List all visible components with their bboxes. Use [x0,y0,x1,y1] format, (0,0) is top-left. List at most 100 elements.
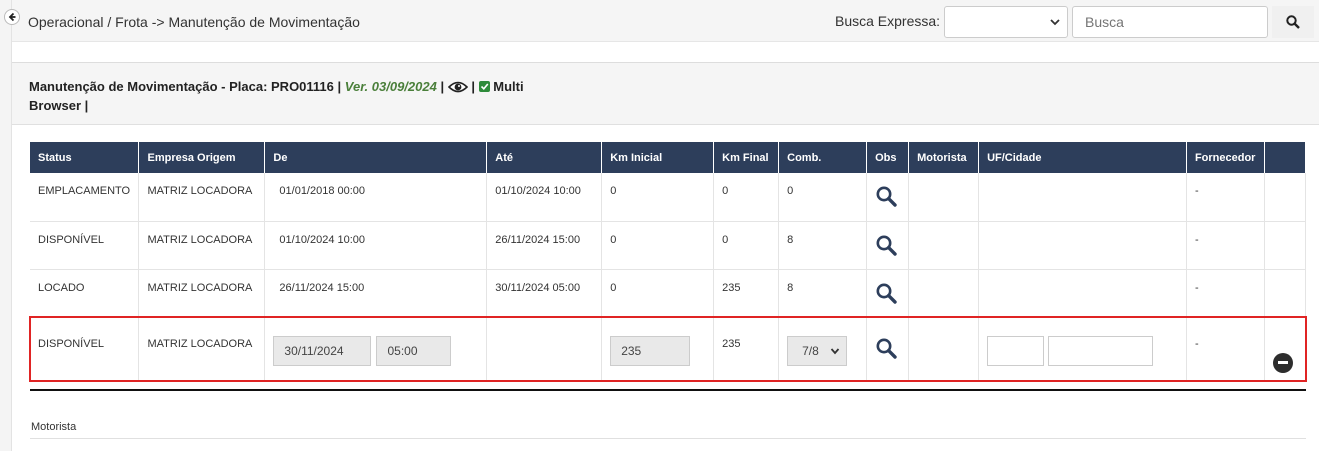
cell-actions [1264,317,1307,382]
cell-ate [486,317,603,382]
browser-label: Browser [29,98,82,113]
chevron-down-icon [830,347,840,354]
minus-icon [1277,361,1288,364]
section-divider [30,389,1306,391]
cell-km-inicial: 0 [601,269,715,318]
cell-km-inicial: 0 [601,221,715,270]
multi-label: Multi [493,79,524,94]
col-header-de[interactable]: De [264,142,488,173]
col-header-comb[interactable]: Comb. [778,142,868,173]
chevron-down-icon [1050,19,1060,26]
table-row: LOCADO MATRIZ LOCADORA 26/11/2024 15:00 … [30,269,1307,318]
cell-de: 26/11/2024 15:00 [264,269,488,318]
busca-expressa-select[interactable] [944,6,1068,38]
panel-title-main: Manutenção de Movimentação - Placa: PRO0… [29,79,334,94]
cell-empresa: MATRIZ LOCADORA [138,317,266,382]
cell-km-final: 235 [713,269,780,318]
cell-status: DISPONÍVEL [30,221,140,270]
cell-status: EMPLACAMENTO [30,173,140,222]
search-button[interactable] [1272,6,1314,38]
cell-actions [1264,173,1307,222]
edit-row: DISPONÍVEL MATRIZ LOCADORA 30/11/2024 05… [29,316,1307,382]
col-header-status[interactable]: Status [30,142,140,173]
de-time-field[interactable]: 05:00 [376,335,452,366]
col-header-motorista[interactable]: Motorista [908,142,980,173]
col-header-km-inicial[interactable]: Km Inicial [601,142,715,173]
title-separator: | [440,79,445,94]
cell-actions [1264,221,1307,270]
cell-obs [866,173,910,222]
col-header-obs[interactable]: Obs [866,142,910,173]
title-separator: | [337,79,342,94]
cell-motorista [908,317,980,382]
cell-de: 30/11/2024 05:00 [264,317,488,382]
comb-select-value: 7/8 [802,343,819,358]
cell-de: 01/01/2018 00:00 [264,173,488,222]
de-date-field[interactable]: 30/11/2024 [273,335,372,366]
cell-ate: 30/11/2024 05:00 [486,269,603,318]
busca-expressa-label: Busca Expressa: [835,13,941,29]
uf-field[interactable] [987,335,1045,366]
cell-ate: 01/10/2024 10:00 [486,173,603,222]
motorista-section-line [30,438,1306,439]
cell-ate: 26/11/2024 15:00 [486,221,603,270]
cell-fornecedor: - [1186,269,1265,318]
cell-motorista [908,269,980,318]
km-inicial-field[interactable]: 235 [610,335,691,366]
panel-header: Manutenção de Movimentação - Placa: PRO0… [12,63,1319,125]
cell-obs [866,317,910,382]
col-header-fornecedor[interactable]: Fornecedor [1186,142,1265,173]
cell-status: LOCADO [30,269,140,318]
cell-comb: 0 [778,173,868,222]
breadcrumb: Operacional / Frota -> Manutenção de Mov… [28,14,360,30]
col-header-actions [1264,142,1307,173]
cell-obs [866,269,910,318]
cell-status: DISPONÍVEL [30,317,140,382]
cell-comb: 7/8 [778,317,868,382]
cell-fornecedor: - [1186,317,1265,382]
left-gutter [0,0,12,451]
cell-actions [1264,269,1307,318]
cell-fornecedor: - [1186,221,1265,270]
search-icon[interactable] [875,282,897,304]
table-header-row: Status Empresa Origem De Até Km Inicial … [30,142,1307,173]
cell-empresa: MATRIZ LOCADORA [138,269,266,318]
cell-km-final: 0 [713,173,780,222]
cell-km-inicial: 235 [601,317,715,382]
col-header-empresa-origem[interactable]: Empresa Origem [138,142,266,173]
col-header-ate[interactable]: Até [486,142,603,173]
search-input[interactable] [1072,6,1268,38]
cell-uf-cidade [978,317,1187,382]
back-arrow-icon[interactable] [4,9,20,25]
cell-km-inicial: 0 [601,173,715,222]
checkbox-checked-icon[interactable] [478,81,490,92]
cell-obs [866,221,910,270]
cell-fornecedor: - [1186,173,1265,222]
cell-km-final: 0 [713,221,780,270]
search-icon [1286,15,1300,29]
version-link[interactable]: Ver. 03/09/2024 [345,79,437,94]
top-bar: Operacional / Frota -> Manutenção de Mov… [12,0,1319,42]
cell-uf-cidade [978,269,1187,318]
search-icon[interactable] [875,337,897,359]
col-header-km-final[interactable]: Km Final [713,142,780,173]
cell-comb: 8 [778,269,868,318]
title-separator: | [471,79,475,94]
eye-icon[interactable] [447,80,468,94]
panel-title: Manutenção de Movimentação - Placa: PRO0… [29,77,629,115]
cidade-field[interactable] [1048,335,1154,366]
page: Operacional / Frota -> Manutenção de Mov… [0,0,1319,451]
movement-table: Status Empresa Origem De Até Km Inicial … [29,142,1307,382]
remove-row-button[interactable] [1272,352,1293,373]
table-row: EMPLACAMENTO MATRIZ LOCADORA 01/01/2018 … [30,173,1307,222]
cell-comb: 8 [778,221,868,270]
cell-motorista [908,221,980,270]
col-header-uf-cidade[interactable]: UF/Cidade [978,142,1187,173]
comb-select[interactable]: 7/8 [787,335,848,366]
title-separator: | [84,98,89,113]
search-icon[interactable] [875,185,897,207]
movement-panel: Manutenção de Movimentação - Placa: PRO0… [12,62,1319,451]
table-row: DISPONÍVEL MATRIZ LOCADORA 01/10/2024 10… [30,221,1307,270]
cell-km-final: 235 [713,317,780,382]
search-icon[interactable] [875,234,897,256]
